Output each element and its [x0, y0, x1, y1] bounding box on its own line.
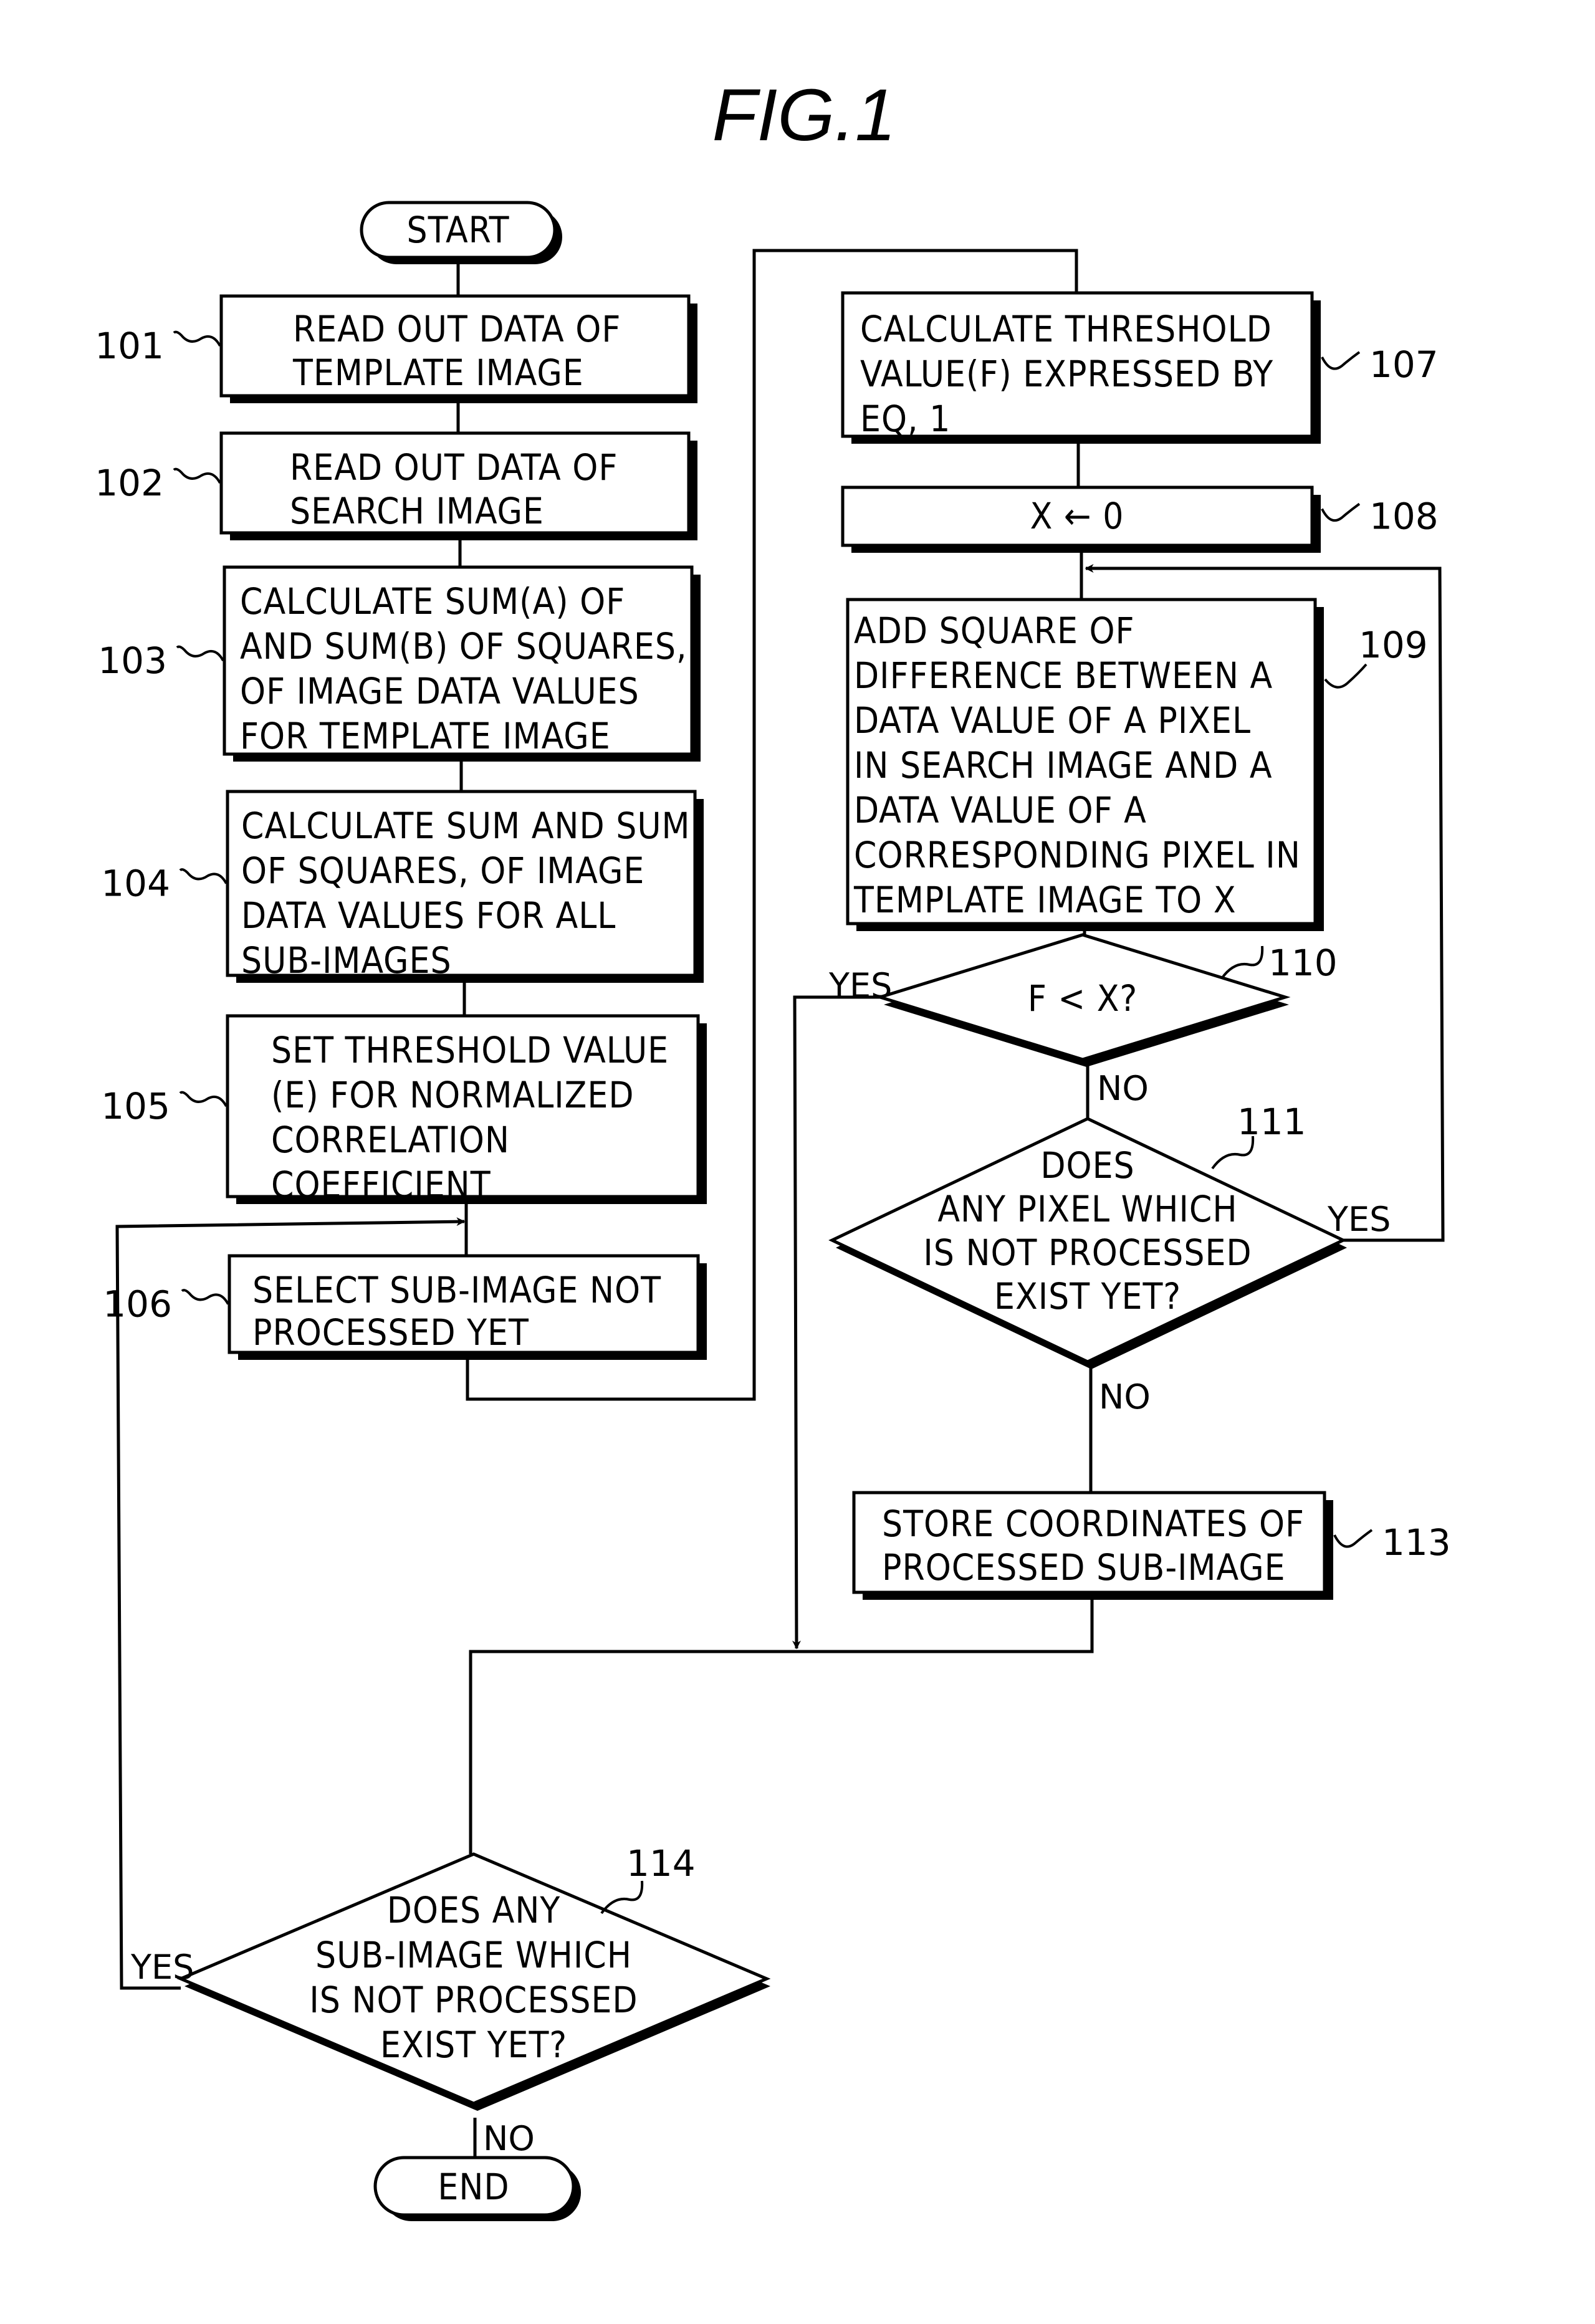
label-111-no: NO: [1099, 1377, 1151, 1417]
label-110-yes: YES: [828, 966, 892, 1005]
step-text-line: DATA VALUE OF A PIXEL: [854, 699, 1251, 742]
leader-line: [176, 645, 224, 662]
decision-text-line: ANY PIXEL WHICH: [937, 1188, 1237, 1230]
step-text-line: TEMPLATE IMAGE: [292, 351, 584, 394]
reference-numeral: 104: [101, 863, 170, 905]
decision-text-line: DOES ANY: [387, 1889, 561, 1931]
label-114-yes: YES: [130, 1948, 194, 1987]
leader-line: [1321, 351, 1361, 370]
step-text-line: OF IMAGE DATA VALUES: [240, 670, 639, 712]
step-text-line: CALCULATE SUM AND SUM: [241, 805, 691, 847]
figure-title: FIG.1: [712, 74, 896, 156]
reference-numeral: 103: [98, 639, 167, 682]
step-text-line: DATA VALUE OF A: [854, 789, 1147, 831]
step-text-line: FOR TEMPLATE IMAGE: [240, 715, 611, 757]
step-text-line: IN SEARCH IMAGE AND A: [854, 744, 1273, 787]
process-box-104: CALCULATE SUM AND SUMOF SQUARES, OF IMAG…: [101, 790, 704, 983]
step-text-line: DATA VALUES FOR ALL: [241, 894, 616, 937]
step-text-line: X ← 0: [1030, 495, 1124, 537]
label-111-yes: YES: [1327, 1200, 1391, 1239]
step-text-line: SEARCH IMAGE: [290, 490, 544, 532]
leader-line: [173, 467, 221, 484]
process-box-113: STORE COORDINATES OFPROCESSED SUB-IMAGE 1…: [852, 1491, 1451, 1600]
terminal-start: START: [360, 201, 562, 264]
leader-line: [179, 868, 228, 884]
step-text-line: CALCULATE THRESHOLD: [860, 308, 1272, 350]
process-box-109: ADD SQUARE OFDIFFERENCE BETWEEN ADATA VA…: [846, 598, 1428, 931]
step-text-line: EQ, 1: [860, 398, 951, 440]
decision-110: F < X? 110: [874, 933, 1338, 1067]
decision-text-line: SUB-IMAGE WHICH: [315, 1934, 632, 1976]
step-text-line: SUB-IMAGES: [241, 939, 452, 982]
reference-numeral: 108: [1369, 495, 1439, 538]
step-text-line: STORE COORDINATES OF: [882, 1503, 1305, 1545]
decision-text-line: F < X?: [1028, 977, 1138, 1020]
decision-text-line: DOES: [1040, 1144, 1134, 1187]
process-box-107: CALCULATE THRESHOLDVALUE(F) EXPRESSED BY…: [841, 291, 1439, 444]
step-text-line: OF SQUARES, OF IMAGE: [241, 849, 644, 892]
label-110-no: NO: [1097, 1069, 1149, 1108]
leader-line: [173, 330, 221, 347]
step-text-line: CORRELATION: [271, 1119, 510, 1161]
reference-numeral: 113: [1382, 1521, 1451, 1564]
reference-numeral: 102: [95, 462, 164, 504]
step-text-line: READ OUT DATA OF: [293, 308, 621, 350]
process-steps: READ OUT DATA OFTEMPLATE IMAGE101READ OU…: [95, 291, 1451, 1600]
step-text-line: ADD SQUARE OF: [854, 610, 1135, 652]
step-text-line: PROCESSED SUB-IMAGE: [882, 1546, 1286, 1589]
terminal-end: END: [373, 2156, 581, 2221]
process-box-101: READ OUT DATA OFTEMPLATE IMAGE 101: [95, 294, 697, 403]
reference-numeral: 106: [103, 1283, 172, 1326]
step-text-line: CALCULATE SUM(A) OF: [240, 580, 625, 623]
step-text-line: AND SUM(B) OF SQUARES,: [240, 625, 687, 667]
step-text-line: CORRESPONDING PIXEL IN: [854, 834, 1301, 876]
step-text-line: (E) FOR NORMALIZED: [271, 1074, 635, 1116]
step-text-line: DIFFERENCE BETWEEN A: [854, 654, 1273, 697]
process-box-106: SELECT SUB-IMAGE NOTPROCESSED YET 106: [103, 1254, 707, 1360]
process-box-105: SET THRESHOLD VALUE(E) FOR NORMALIZEDCOR…: [101, 1014, 707, 1206]
decision-111: DOESANY PIXEL WHICHIS NOT PROCESSEDEXIST…: [828, 1101, 1347, 1369]
reference-numeral: 107: [1369, 343, 1439, 386]
step-text-line: SELECT SUB-IMAGE NOT: [252, 1269, 661, 1311]
process-box-102: READ OUT DATA OFSEARCH IMAGE 102: [95, 431, 697, 540]
label-114-no: NO: [483, 2119, 535, 2158]
step-text-line: TEMPLATE IMAGE TO X: [853, 879, 1237, 921]
leader-line: [1321, 502, 1361, 522]
reference-numeral: 114: [626, 1842, 696, 1885]
reference-numeral: 105: [101, 1085, 170, 1127]
leader-line: [1220, 945, 1264, 980]
decision-text-line: EXIST YET?: [380, 2024, 567, 2066]
process-box-108: X ← 0 108: [841, 485, 1439, 553]
decision-text-line: EXIST YET?: [994, 1275, 1181, 1317]
leader-line: [1333, 1529, 1373, 1548]
flowchart: FIG.1 START END READ OUT DATA OFTEMPLATE…: [95, 74, 1451, 2221]
connector-113-merge: [469, 1592, 1094, 1854]
step-text-line: READ OUT DATA OF: [290, 446, 618, 489]
reference-numeral: 111: [1237, 1101, 1306, 1143]
step-text-line: PROCESSED YET: [252, 1311, 529, 1354]
step-text-line: COEFFICIENT: [271, 1164, 491, 1206]
start-label: START: [406, 209, 509, 251]
leader-line: [179, 1091, 228, 1107]
reference-numeral: 110: [1268, 942, 1338, 984]
decision-text-line: IS NOT PROCESSED: [923, 1231, 1252, 1274]
end-label: END: [438, 2166, 509, 2208]
leader-line: [181, 1289, 229, 1305]
step-text-line: SET THRESHOLD VALUE: [271, 1029, 669, 1071]
leader-line: [1324, 663, 1367, 689]
decision-114: DOES ANYSUB-IMAGE WHICHIS NOT PROCESSEDE…: [176, 1842, 771, 2111]
decision-text-line: IS NOT PROCESSED: [309, 1979, 638, 2021]
process-box-103: CALCULATE SUM(A) OFAND SUM(B) OF SQUARES…: [98, 565, 701, 762]
step-text-line: VALUE(F) EXPRESSED BY: [860, 353, 1273, 395]
leader-line: [600, 1880, 644, 1915]
reference-numeral: 101: [95, 325, 164, 367]
reference-numeral: 109: [1359, 624, 1428, 666]
